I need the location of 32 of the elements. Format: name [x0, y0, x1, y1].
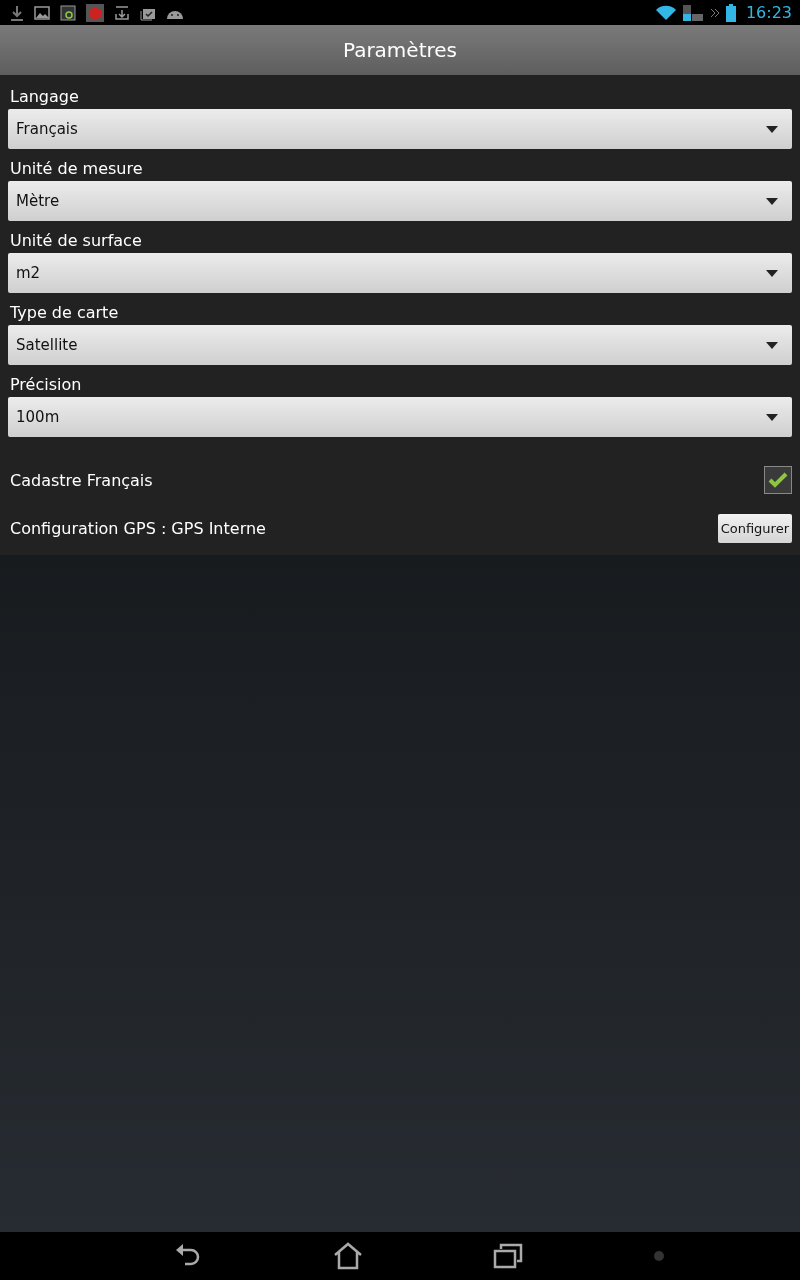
- setting-label: Configuration GPS : GPS Interne: [9, 518, 266, 538]
- screen-title: Paramètres: [342, 38, 457, 62]
- caret-icon: [766, 197, 778, 205]
- configure-button[interactable]: Configurer: [717, 513, 792, 543]
- wifi-icon: [655, 4, 676, 21]
- caret-icon: [766, 341, 778, 349]
- setting-label: Cadastre Français: [9, 470, 153, 490]
- cube-icon: [86, 3, 104, 22]
- setting-label: Unité de mesure: [9, 159, 144, 178]
- setting-label: Langage: [9, 87, 80, 106]
- setting-label: Précision: [9, 375, 83, 394]
- inbox-download-icon: [114, 4, 130, 21]
- chevrons-icon: [709, 7, 720, 18]
- image-icon: [34, 4, 50, 21]
- dot-icon[interactable]: [653, 1250, 665, 1262]
- battery-icon: [725, 3, 736, 22]
- dropdown[interactable]: 100m: [8, 397, 792, 437]
- keyboard-battery-icon: [681, 3, 704, 22]
- setting-label: Type de carte: [9, 303, 120, 322]
- download-icon: [10, 4, 24, 21]
- recent-apps-icon[interactable]: [493, 1243, 523, 1269]
- home-icon[interactable]: [333, 1242, 363, 1270]
- caret-icon: [766, 413, 778, 421]
- checkbox[interactable]: [764, 466, 792, 494]
- setting-label: Unité de surface: [9, 231, 143, 250]
- dropdown[interactable]: Mètre: [8, 181, 792, 221]
- caret-icon: [766, 125, 778, 133]
- dropdown[interactable]: Français: [8, 109, 792, 149]
- dropdown[interactable]: Satellite: [8, 325, 792, 365]
- clock-time: 16:23: [745, 3, 792, 22]
- caret-icon: [766, 269, 778, 277]
- dropdown[interactable]: m2: [8, 253, 792, 293]
